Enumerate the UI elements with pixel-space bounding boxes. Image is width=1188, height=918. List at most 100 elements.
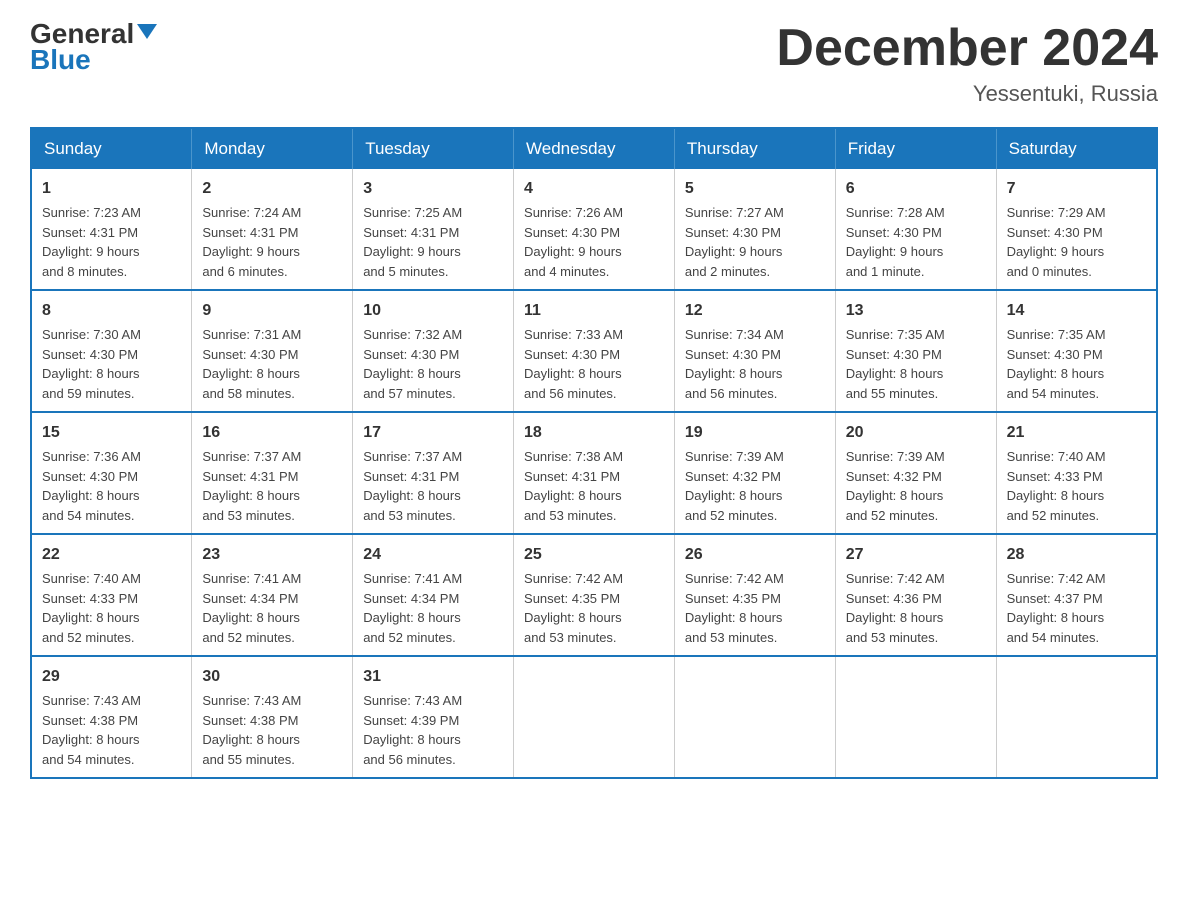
week-row-3: 15 Sunrise: 7:36 AM Sunset: 4:30 PM Dayl… (31, 412, 1157, 534)
header-friday: Friday (835, 128, 996, 169)
day-number: 11 (524, 299, 664, 323)
month-title: December 2024 (776, 20, 1158, 77)
day-cell-17: 17 Sunrise: 7:37 AM Sunset: 4:31 PM Dayl… (353, 412, 514, 534)
header-saturday: Saturday (996, 128, 1157, 169)
day-cell-26: 26 Sunrise: 7:42 AM Sunset: 4:35 PM Dayl… (674, 534, 835, 656)
day-number: 27 (846, 543, 986, 567)
day-info: Sunrise: 7:43 AM Sunset: 4:39 PM Dayligh… (363, 691, 503, 769)
logo-blue: Blue (30, 44, 91, 76)
day-cell-23: 23 Sunrise: 7:41 AM Sunset: 4:34 PM Dayl… (192, 534, 353, 656)
day-cell-19: 19 Sunrise: 7:39 AM Sunset: 4:32 PM Dayl… (674, 412, 835, 534)
logo-triangle-icon (137, 24, 157, 39)
day-info: Sunrise: 7:43 AM Sunset: 4:38 PM Dayligh… (202, 691, 342, 769)
day-cell-16: 16 Sunrise: 7:37 AM Sunset: 4:31 PM Dayl… (192, 412, 353, 534)
day-number: 21 (1007, 421, 1146, 445)
day-number: 15 (42, 421, 181, 445)
day-number: 7 (1007, 177, 1146, 201)
day-number: 18 (524, 421, 664, 445)
day-info: Sunrise: 7:29 AM Sunset: 4:30 PM Dayligh… (1007, 203, 1146, 281)
day-cell-15: 15 Sunrise: 7:36 AM Sunset: 4:30 PM Dayl… (31, 412, 192, 534)
day-info: Sunrise: 7:23 AM Sunset: 4:31 PM Dayligh… (42, 203, 181, 281)
header-thursday: Thursday (674, 128, 835, 169)
location: Yessentuki, Russia (776, 81, 1158, 107)
day-info: Sunrise: 7:41 AM Sunset: 4:34 PM Dayligh… (202, 569, 342, 647)
day-info: Sunrise: 7:37 AM Sunset: 4:31 PM Dayligh… (363, 447, 503, 525)
day-cell-24: 24 Sunrise: 7:41 AM Sunset: 4:34 PM Dayl… (353, 534, 514, 656)
day-cell-21: 21 Sunrise: 7:40 AM Sunset: 4:33 PM Dayl… (996, 412, 1157, 534)
day-cell-13: 13 Sunrise: 7:35 AM Sunset: 4:30 PM Dayl… (835, 290, 996, 412)
calendar-table: SundayMondayTuesdayWednesdayThursdayFrid… (30, 127, 1158, 779)
day-cell-3: 3 Sunrise: 7:25 AM Sunset: 4:31 PM Dayli… (353, 169, 514, 290)
day-number: 3 (363, 177, 503, 201)
day-cell-8: 8 Sunrise: 7:30 AM Sunset: 4:30 PM Dayli… (31, 290, 192, 412)
day-info: Sunrise: 7:30 AM Sunset: 4:30 PM Dayligh… (42, 325, 181, 403)
day-cell-7: 7 Sunrise: 7:29 AM Sunset: 4:30 PM Dayli… (996, 169, 1157, 290)
day-cell-12: 12 Sunrise: 7:34 AM Sunset: 4:30 PM Dayl… (674, 290, 835, 412)
day-cell-28: 28 Sunrise: 7:42 AM Sunset: 4:37 PM Dayl… (996, 534, 1157, 656)
day-info: Sunrise: 7:24 AM Sunset: 4:31 PM Dayligh… (202, 203, 342, 281)
day-number: 13 (846, 299, 986, 323)
empty-cell (996, 656, 1157, 778)
day-info: Sunrise: 7:31 AM Sunset: 4:30 PM Dayligh… (202, 325, 342, 403)
day-cell-20: 20 Sunrise: 7:39 AM Sunset: 4:32 PM Dayl… (835, 412, 996, 534)
day-info: Sunrise: 7:40 AM Sunset: 4:33 PM Dayligh… (1007, 447, 1146, 525)
week-row-4: 22 Sunrise: 7:40 AM Sunset: 4:33 PM Dayl… (31, 534, 1157, 656)
day-info: Sunrise: 7:35 AM Sunset: 4:30 PM Dayligh… (846, 325, 986, 403)
day-info: Sunrise: 7:42 AM Sunset: 4:35 PM Dayligh… (685, 569, 825, 647)
day-info: Sunrise: 7:43 AM Sunset: 4:38 PM Dayligh… (42, 691, 181, 769)
day-number: 20 (846, 421, 986, 445)
day-number: 16 (202, 421, 342, 445)
day-cell-31: 31 Sunrise: 7:43 AM Sunset: 4:39 PM Dayl… (353, 656, 514, 778)
day-number: 2 (202, 177, 342, 201)
day-number: 26 (685, 543, 825, 567)
day-info: Sunrise: 7:42 AM Sunset: 4:35 PM Dayligh… (524, 569, 664, 647)
header-sunday: Sunday (31, 128, 192, 169)
day-info: Sunrise: 7:25 AM Sunset: 4:31 PM Dayligh… (363, 203, 503, 281)
week-row-2: 8 Sunrise: 7:30 AM Sunset: 4:30 PM Dayli… (31, 290, 1157, 412)
day-info: Sunrise: 7:27 AM Sunset: 4:30 PM Dayligh… (685, 203, 825, 281)
day-number: 31 (363, 665, 503, 689)
day-cell-2: 2 Sunrise: 7:24 AM Sunset: 4:31 PM Dayli… (192, 169, 353, 290)
day-number: 22 (42, 543, 181, 567)
day-info: Sunrise: 7:38 AM Sunset: 4:31 PM Dayligh… (524, 447, 664, 525)
day-number: 28 (1007, 543, 1146, 567)
day-cell-27: 27 Sunrise: 7:42 AM Sunset: 4:36 PM Dayl… (835, 534, 996, 656)
day-number: 10 (363, 299, 503, 323)
day-info: Sunrise: 7:39 AM Sunset: 4:32 PM Dayligh… (846, 447, 986, 525)
day-info: Sunrise: 7:37 AM Sunset: 4:31 PM Dayligh… (202, 447, 342, 525)
day-cell-22: 22 Sunrise: 7:40 AM Sunset: 4:33 PM Dayl… (31, 534, 192, 656)
day-info: Sunrise: 7:32 AM Sunset: 4:30 PM Dayligh… (363, 325, 503, 403)
day-info: Sunrise: 7:42 AM Sunset: 4:36 PM Dayligh… (846, 569, 986, 647)
title-block: December 2024 Yessentuki, Russia (776, 20, 1158, 107)
day-info: Sunrise: 7:33 AM Sunset: 4:30 PM Dayligh… (524, 325, 664, 403)
empty-cell (674, 656, 835, 778)
header-wednesday: Wednesday (514, 128, 675, 169)
day-cell-14: 14 Sunrise: 7:35 AM Sunset: 4:30 PM Dayl… (996, 290, 1157, 412)
day-number: 1 (42, 177, 181, 201)
header-tuesday: Tuesday (353, 128, 514, 169)
day-info: Sunrise: 7:35 AM Sunset: 4:30 PM Dayligh… (1007, 325, 1146, 403)
day-number: 5 (685, 177, 825, 201)
day-cell-10: 10 Sunrise: 7:32 AM Sunset: 4:30 PM Dayl… (353, 290, 514, 412)
empty-cell (514, 656, 675, 778)
day-number: 6 (846, 177, 986, 201)
day-cell-25: 25 Sunrise: 7:42 AM Sunset: 4:35 PM Dayl… (514, 534, 675, 656)
header-monday: Monday (192, 128, 353, 169)
logo: General Blue (30, 20, 157, 76)
day-cell-5: 5 Sunrise: 7:27 AM Sunset: 4:30 PM Dayli… (674, 169, 835, 290)
day-number: 23 (202, 543, 342, 567)
day-cell-18: 18 Sunrise: 7:38 AM Sunset: 4:31 PM Dayl… (514, 412, 675, 534)
day-cell-4: 4 Sunrise: 7:26 AM Sunset: 4:30 PM Dayli… (514, 169, 675, 290)
day-cell-30: 30 Sunrise: 7:43 AM Sunset: 4:38 PM Dayl… (192, 656, 353, 778)
day-number: 29 (42, 665, 181, 689)
day-info: Sunrise: 7:28 AM Sunset: 4:30 PM Dayligh… (846, 203, 986, 281)
day-number: 14 (1007, 299, 1146, 323)
day-cell-1: 1 Sunrise: 7:23 AM Sunset: 4:31 PM Dayli… (31, 169, 192, 290)
day-number: 19 (685, 421, 825, 445)
day-number: 30 (202, 665, 342, 689)
day-info: Sunrise: 7:42 AM Sunset: 4:37 PM Dayligh… (1007, 569, 1146, 647)
day-number: 9 (202, 299, 342, 323)
day-info: Sunrise: 7:36 AM Sunset: 4:30 PM Dayligh… (42, 447, 181, 525)
day-info: Sunrise: 7:26 AM Sunset: 4:30 PM Dayligh… (524, 203, 664, 281)
day-info: Sunrise: 7:39 AM Sunset: 4:32 PM Dayligh… (685, 447, 825, 525)
